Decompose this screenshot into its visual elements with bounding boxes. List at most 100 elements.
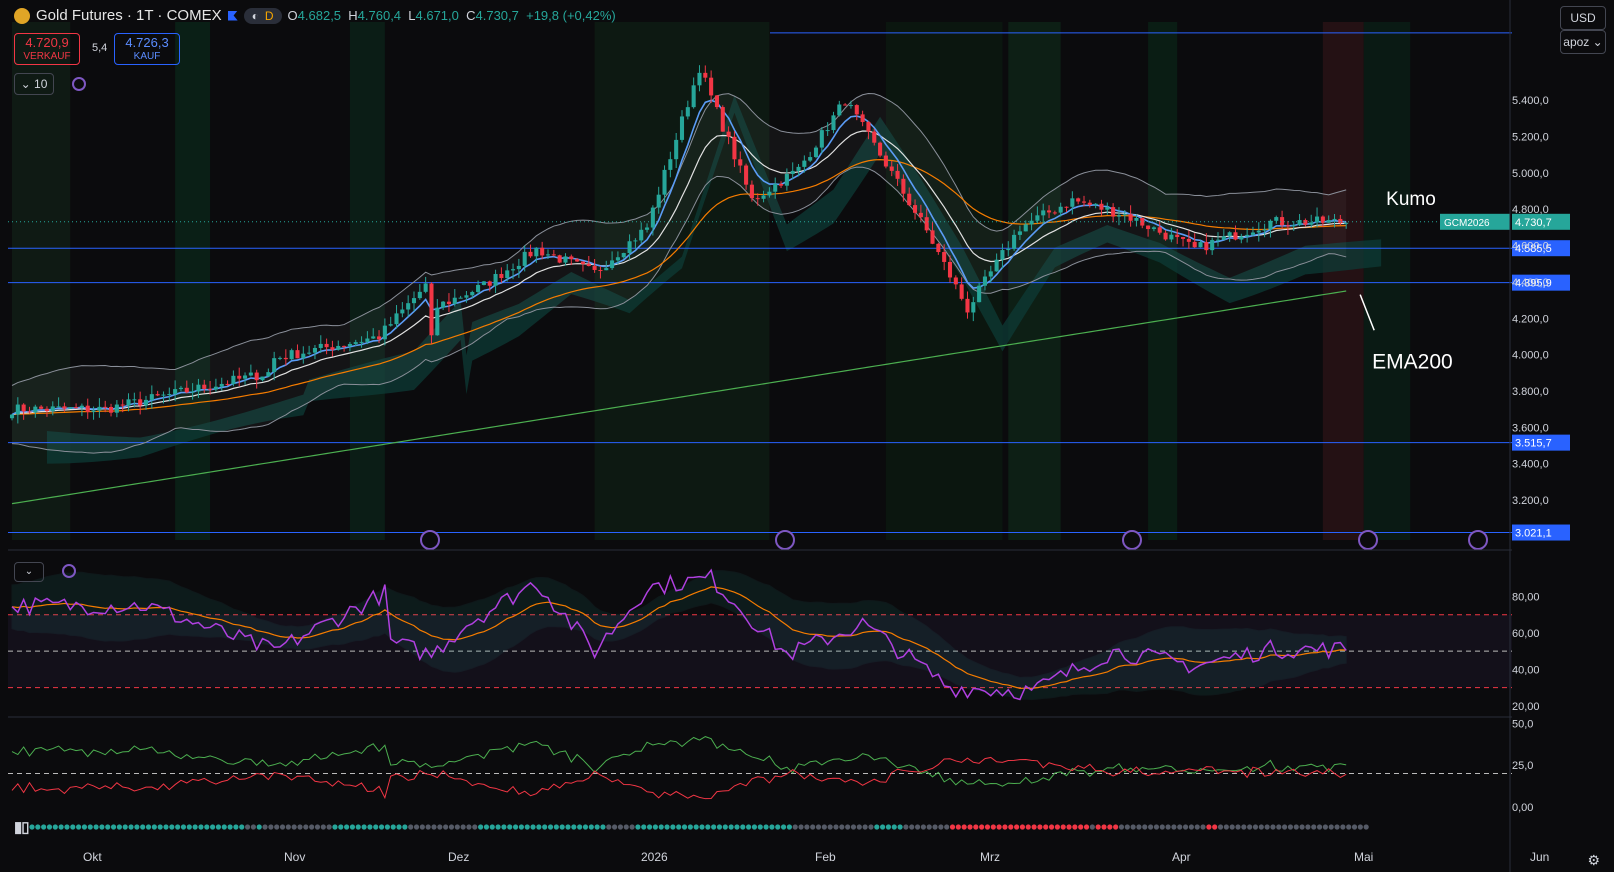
- signal-dot: [186, 824, 192, 830]
- candle-body: [714, 95, 719, 108]
- session-band: [1148, 22, 1178, 540]
- flag-icon[interactable]: [227, 10, 238, 21]
- candle-body: [173, 389, 178, 395]
- signal-dot: [443, 824, 449, 830]
- signal-dot: [274, 824, 280, 830]
- candle-body: [604, 268, 609, 271]
- candle-body: [225, 383, 230, 385]
- candle-body: [691, 85, 696, 108]
- signal-dot: [512, 824, 519, 830]
- signal-dot: [110, 824, 117, 830]
- candle-body: [126, 399, 131, 406]
- candle-body: [74, 407, 79, 409]
- candle-body: [569, 256, 574, 260]
- signal-dot: [827, 824, 833, 830]
- change-readout: +19,8 (+0,42%): [526, 8, 616, 23]
- sell-button[interactable]: 4.720,9 VERKAUF: [14, 33, 80, 65]
- signal-dot: [1276, 824, 1282, 830]
- candle-body: [557, 255, 562, 263]
- signal-dot: [687, 824, 693, 830]
- signal-dot: [384, 824, 390, 830]
- signal-dot: [1130, 824, 1136, 830]
- candle-body: [417, 291, 422, 299]
- signal-dot: [1363, 824, 1369, 830]
- time-axis-tick: Mrz: [980, 850, 1000, 864]
- signal-dot: [344, 824, 350, 830]
- rsi-axis-tick: 40,00: [1512, 664, 1540, 676]
- refresh-icon-rsi[interactable]: [62, 564, 76, 578]
- signal-dot: [1019, 824, 1026, 830]
- ticker-title[interactable]: Gold Futures · 1T · COMEX: [36, 7, 222, 24]
- signal-dot: [967, 824, 973, 830]
- time-axis-tick: Okt: [83, 850, 102, 864]
- signal-dot: [466, 824, 472, 830]
- candle-body: [103, 406, 108, 408]
- signal-dot: [536, 824, 542, 830]
- signal-dot: [1008, 824, 1014, 830]
- candle-body: [988, 271, 993, 277]
- signal-dot: [1037, 824, 1043, 830]
- pane-collapse-button[interactable]: ⌄: [14, 562, 44, 582]
- signal-dot: [425, 824, 431, 830]
- signal-dot: [623, 824, 629, 830]
- candle-body: [522, 251, 527, 266]
- candle-body: [1058, 206, 1063, 213]
- buy-button[interactable]: 4.726,3 KAUF: [114, 33, 180, 65]
- signal-dot: [134, 824, 140, 830]
- candle-body: [458, 297, 463, 299]
- signal-dot: [338, 824, 344, 830]
- signal-dot: [914, 824, 921, 830]
- mode-button[interactable]: apoz ⌄: [1560, 30, 1606, 54]
- signal-dot: [1328, 824, 1334, 830]
- signal-dot: [839, 824, 845, 830]
- candle-body: [843, 104, 848, 106]
- signal-dot: [402, 824, 408, 830]
- candle-body: [703, 72, 708, 78]
- candle-body: [330, 347, 335, 350]
- signal-dot: [932, 824, 938, 830]
- candle-body: [487, 281, 492, 286]
- time-axis-tick: Dez: [448, 850, 469, 864]
- candle-body: [382, 325, 387, 340]
- candle-body: [913, 205, 918, 213]
- candle-body: [796, 166, 801, 171]
- signal-dot: [1118, 824, 1125, 830]
- candle-body: [1163, 232, 1168, 240]
- candle-body: [1023, 224, 1028, 232]
- chart-canvas[interactable]: 4.585,54.395,93.515,73.021,1GCM2026 4.730…: [0, 0, 1614, 872]
- signal-dot: [29, 824, 35, 830]
- candle-body: [953, 277, 958, 285]
- candle-body: [318, 343, 323, 348]
- signal-dot: [1078, 824, 1084, 830]
- candle-body: [1210, 240, 1215, 251]
- signal-dot: [105, 824, 111, 830]
- signal-dot: [1148, 824, 1154, 830]
- candle-body: [621, 253, 626, 258]
- candle-body: [580, 261, 585, 264]
- signal-dot: [559, 824, 565, 830]
- refresh-icon[interactable]: [72, 77, 86, 91]
- time-axis-tick: 2026: [641, 850, 668, 864]
- data-source-pill[interactable]: ◐ D: [243, 7, 282, 24]
- gear-icon[interactable]: ⚙: [1587, 852, 1600, 869]
- indicator-collapse-button[interactable]: ⌄ 10: [14, 73, 54, 95]
- signal-dot: [239, 824, 245, 830]
- candle-body: [662, 169, 667, 195]
- price-axis-tick: 3.600,0: [1512, 422, 1549, 434]
- signal-dot: [1182, 824, 1189, 830]
- candle-body: [213, 386, 218, 390]
- currency-button[interactable]: USD: [1560, 6, 1606, 30]
- eye-icon: ◐: [251, 8, 259, 23]
- candle-body: [237, 375, 242, 379]
- signal-dot: [64, 824, 70, 830]
- candle-body: [819, 130, 824, 148]
- signal-dot: [41, 824, 47, 830]
- signal-dot: [46, 824, 53, 830]
- candle-body: [248, 372, 253, 376]
- signal-dot: [949, 824, 956, 830]
- signal-dot: [180, 824, 187, 830]
- candle-body: [1029, 220, 1034, 225]
- event-icon: [1122, 530, 1142, 550]
- signal-dot: [1066, 824, 1072, 830]
- price-axis-tick: 4.000,0: [1512, 350, 1549, 362]
